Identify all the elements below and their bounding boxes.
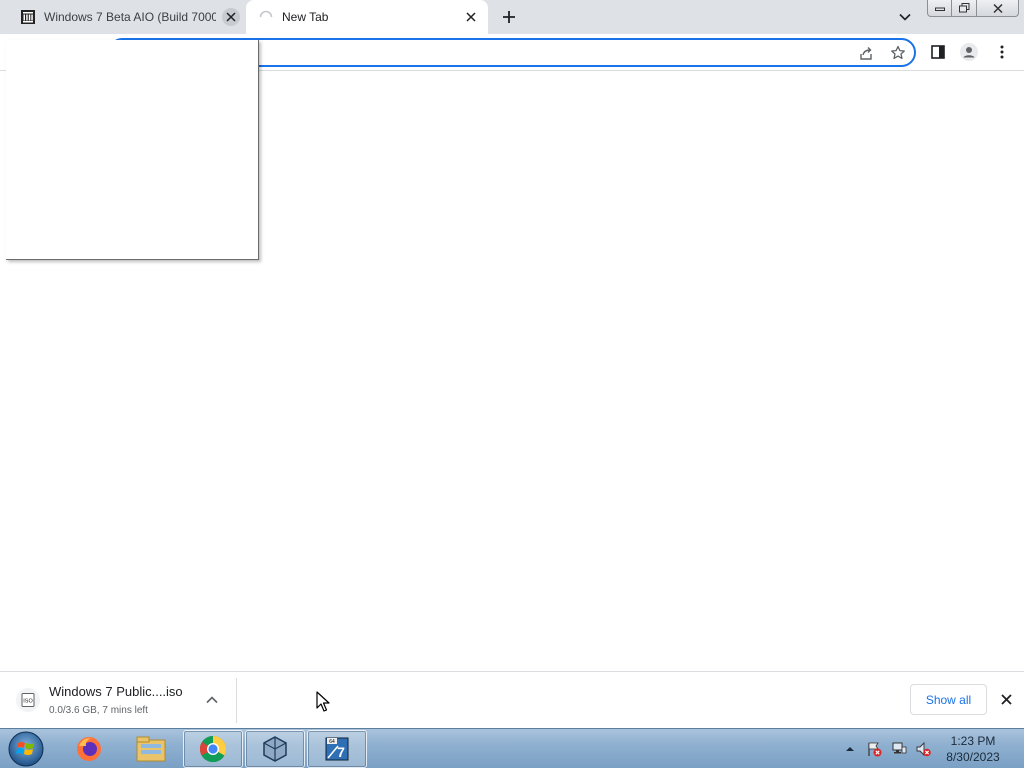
show-hidden-icons-button[interactable] <box>844 743 856 755</box>
archive-org-icon <box>20 9 36 25</box>
tab-search-button[interactable] <box>894 6 916 28</box>
restore-button[interactable] <box>952 0 977 17</box>
share-icon[interactable] <box>856 43 876 63</box>
firefox-icon <box>77 737 101 761</box>
tab-new-tab[interactable]: New Tab <box>246 0 488 34</box>
system-clock[interactable]: 1:23 PM 8/30/2023 <box>940 733 1006 765</box>
tab-title: New Tab <box>282 10 329 24</box>
divider <box>236 678 237 723</box>
close-tab-icon[interactable] <box>222 8 240 26</box>
clock-date: 8/30/2023 <box>946 750 1000 764</box>
taskbar-chrome[interactable] <box>183 730 243 768</box>
restore-icon <box>958 3 969 13</box>
close-icon <box>1000 693 1012 705</box>
show-all-button[interactable]: Show all <box>910 684 987 715</box>
avatar-icon <box>960 43 978 61</box>
tab-strip: Windows 7 Beta AIO (Build 7000 New Tab <box>0 0 1024 34</box>
loading-spinner-icon <box>258 9 274 25</box>
profile-button[interactable] <box>957 40 981 64</box>
clock-time: 1:23 PM <box>950 734 996 748</box>
close-icon <box>992 3 1003 13</box>
close-shelf-button[interactable] <box>996 689 1016 709</box>
tab-title: Windows 7 Beta AIO (Build 7000 <box>44 10 216 24</box>
taskbar-virtualbox[interactable] <box>245 730 305 768</box>
volume-muted-icon[interactable] <box>914 740 932 758</box>
start-button[interactable] <box>4 730 48 768</box>
download-filename[interactable]: Windows 7 Public....iso <box>49 684 183 699</box>
close-tab-icon[interactable] <box>462 8 480 26</box>
triangle-up-icon <box>846 747 854 751</box>
screen: Windows 7 Beta AIO (Build 7000 New Tab I… <box>0 0 1024 768</box>
network-icon[interactable] <box>890 740 908 758</box>
kebab-menu-icon <box>1000 45 1004 59</box>
menu-button[interactable] <box>990 40 1014 64</box>
plus-icon <box>503 11 515 23</box>
action-center-icon[interactable] <box>865 740 883 758</box>
windows7-iso-icon: 647 <box>325 737 349 761</box>
tab-windows7-beta[interactable]: Windows 7 Beta AIO (Build 7000 <box>0 0 246 34</box>
chevron-up-icon <box>206 696 218 704</box>
taskbar: 64 7 1:23 PM 8/30/2023 <box>0 728 1024 768</box>
download-options-button[interactable] <box>202 690 222 710</box>
svg-text:64: 64 <box>329 739 335 745</box>
windows-explorer-icon <box>136 736 166 762</box>
window-controls <box>927 0 1019 17</box>
taskbar-firefox[interactable] <box>59 730 119 768</box>
chevron-down-icon <box>899 13 911 21</box>
bookmark-star-icon[interactable] <box>888 43 908 63</box>
windows-orb-icon <box>8 731 44 767</box>
taskbar-win7-iso-tool[interactable]: 64 7 <box>307 730 367 768</box>
svg-text:ISO: ISO <box>23 699 33 705</box>
download-status: 0.0/3.6 GB, 7 mins left <box>49 705 148 716</box>
minimize-icon <box>934 7 945 11</box>
omnibox-dropdown <box>6 40 259 260</box>
new-tab-button[interactable] <box>498 6 520 28</box>
mouse-cursor-icon <box>316 691 330 712</box>
close-window-button[interactable] <box>977 0 1019 17</box>
chrome-icon <box>199 735 227 763</box>
minimize-button[interactable] <box>927 0 952 17</box>
iso-file-icon[interactable]: ISO <box>16 688 40 712</box>
download-shelf: ISO Windows 7 Public....iso 0.0/3.6 GB, … <box>0 671 1024 728</box>
side-panel-button[interactable] <box>926 40 950 64</box>
taskbar-explorer[interactable] <box>121 730 181 768</box>
virtualbox-icon <box>263 736 287 762</box>
side-panel-icon <box>931 45 945 59</box>
